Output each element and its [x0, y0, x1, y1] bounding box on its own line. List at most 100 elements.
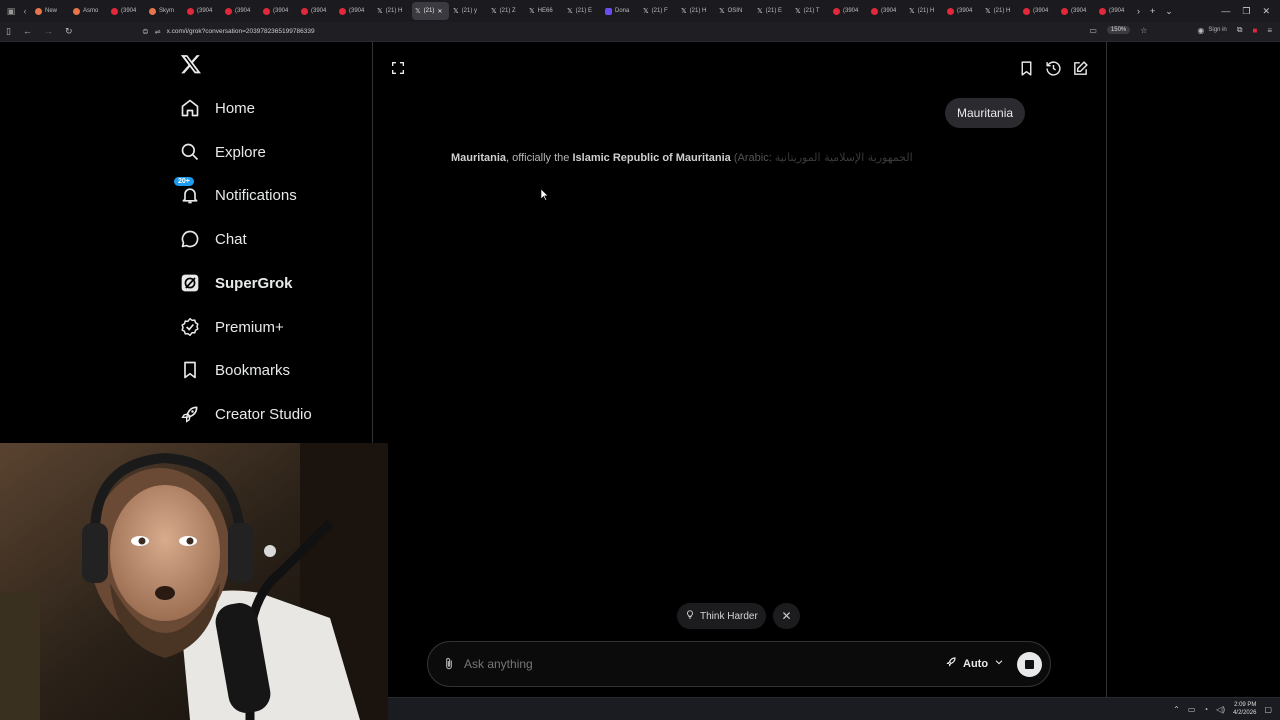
browser-tab[interactable]: Dona — [602, 2, 639, 20]
system-tray: ⌃ ▭ ◔ ◁) 2:09 PM 4/2/2026 ▢ — [1173, 701, 1272, 717]
webcam-overlay — [0, 443, 388, 720]
mode-selector[interactable]: Auto — [945, 656, 1004, 671]
notifications-tray-icon[interactable]: ▢ — [1264, 705, 1272, 714]
browser-tab[interactable]: (3904 — [298, 2, 335, 20]
sidebar-item-creator-studio[interactable]: Creator Studio — [180, 400, 312, 428]
menu-icon[interactable]: ≡ — [1267, 26, 1272, 35]
clock[interactable]: 2:09 PM 4/2/2026 — [1233, 701, 1256, 717]
tab-scroll-right-icon[interactable]: › — [1137, 6, 1140, 17]
sign-in-link[interactable]: Sign in — [1208, 27, 1226, 33]
new-tab-icon[interactable]: + — [1150, 6, 1155, 17]
tray-expand-icon[interactable]: ⌃ — [1173, 705, 1180, 714]
bookmark-icon[interactable] — [1018, 60, 1035, 77]
star-icon[interactable]: ☆ — [1140, 26, 1147, 35]
browser-tab-label: (3904 — [197, 8, 213, 14]
browser-tab[interactable]: (3904 — [184, 2, 221, 20]
tab-scroll-left-icon[interactable]: ‹ — [18, 6, 32, 16]
x-logo-icon[interactable] — [180, 53, 202, 75]
attach-icon[interactable] — [442, 656, 456, 672]
browser-tab[interactable]: (3904 — [336, 2, 373, 20]
back-icon[interactable]: ← — [23, 26, 32, 37]
browser-tab[interactable]: 𝕏 (21) H — [678, 2, 715, 20]
reload-icon[interactable]: ↻ — [65, 26, 73, 37]
browser-tab-label: (3904 — [235, 8, 251, 14]
x-favicon-icon: 𝕏 — [567, 7, 573, 15]
browser-tab[interactable]: 𝕏 (21) T — [792, 2, 829, 20]
sidebar-item-explore[interactable]: Explore — [180, 138, 266, 166]
close-window-icon[interactable]: ✕ — [1262, 6, 1270, 17]
minimize-icon[interactable]: — — [1221, 6, 1230, 16]
favicon-icon — [1023, 7, 1030, 15]
browser-tab[interactable]: (3904 — [868, 2, 905, 20]
reader-icon[interactable]: ▭ — [1089, 26, 1097, 35]
stop-generating-button[interactable] — [1017, 652, 1042, 677]
chevron-down-icon[interactable]: ⌄ — [1165, 6, 1173, 17]
wifi-icon[interactable]: ◔ — [1203, 705, 1208, 714]
browser-tab[interactable]: 𝕏 OSIN — [716, 2, 753, 20]
sidebar-item-home[interactable]: Home — [180, 94, 255, 122]
browser-tab[interactable]: 𝕏 (21) y — [450, 2, 487, 20]
volume-icon[interactable]: ◁) — [1216, 705, 1225, 714]
network-icon[interactable]: ▭ — [1188, 705, 1196, 714]
expand-icon[interactable] — [390, 60, 406, 76]
browser-tab[interactable]: (3904 — [830, 2, 867, 20]
search-icon — [180, 142, 200, 162]
browser-tab[interactable]: (3904 — [1058, 2, 1095, 20]
sidebar-toggle-icon[interactable]: ▯ — [6, 26, 11, 37]
browser-tab[interactable]: (3904 — [1020, 2, 1057, 20]
browser-tab[interactable]: Asmo — [70, 2, 107, 20]
sidebar-item-premium[interactable]: Premium+ — [180, 313, 284, 341]
close-tab-icon[interactable]: ✕ — [437, 8, 442, 15]
browser-tab[interactable]: 𝕏 (21) H — [374, 2, 411, 20]
browser-tab[interactable]: (3904 — [260, 2, 297, 20]
favicon-icon — [111, 7, 118, 15]
browser-tab[interactable]: Skym — [146, 2, 183, 20]
sidebar-item-supergrok[interactable]: SuperGrok — [180, 269, 293, 297]
url-tune-icon[interactable]: ⇌ — [155, 28, 161, 36]
browser-tab-label: Skym — [159, 8, 174, 14]
browser-tab-label: (21) — [423, 8, 435, 14]
sidebar-item-label: SuperGrok — [215, 274, 293, 292]
extension-red-icon[interactable]: ■ — [1252, 26, 1257, 35]
restore-icon[interactable]: ❐ — [1242, 6, 1250, 17]
sidebar-item-label: Notifications — [215, 186, 297, 204]
sidebar-item-label: Chat — [215, 230, 247, 248]
extensions-icon[interactable]: ⧉ — [1237, 25, 1243, 35]
forward-icon[interactable]: → — [44, 26, 53, 37]
url-field[interactable]: x.com/i/grok?conversation=20397823651997… — [167, 28, 315, 35]
browser-tab[interactable]: 𝕏 (21) F — [640, 2, 677, 20]
browser-tab[interactable]: 𝕏 (21) H — [982, 2, 1019, 20]
browser-tab[interactable]: 𝕏 (21) E — [564, 2, 601, 20]
browser-tab[interactable]: New — [32, 2, 69, 20]
browser-tab-label: (21) E — [765, 8, 782, 14]
sidebar-item-chat[interactable]: Chat — [180, 225, 247, 253]
answer-text: , officially the — [506, 152, 573, 164]
browser-tab[interactable]: 𝕏 (21) ✕ — [412, 2, 449, 20]
zoom-level[interactable]: 150% — [1106, 26, 1131, 34]
browser-tab[interactable]: 𝕏 (21) E — [754, 2, 791, 20]
history-icon[interactable] — [1045, 60, 1062, 77]
browser-tab[interactable]: (3904 — [108, 2, 145, 20]
composer: Auto — [427, 641, 1051, 687]
favicon-icon — [339, 7, 346, 15]
streamer-webcam-image — [0, 443, 388, 720]
lightbulb-icon — [685, 609, 695, 623]
tab-list-icon[interactable]: ▣ — [4, 6, 18, 17]
browser-tab[interactable]: (3904 — [222, 2, 259, 20]
new-chat-icon[interactable] — [1072, 60, 1089, 77]
site-settings-icon[interactable]: ⊜ — [142, 27, 149, 36]
ask-input[interactable] — [464, 654, 924, 674]
browser-tab[interactable]: 𝕏 (21) H — [906, 2, 943, 20]
account-icon[interactable]: ◉ — [1197, 26, 1204, 35]
think-harder-button[interactable]: Think Harder — [677, 603, 766, 629]
notification-badge: 20+ — [174, 177, 194, 186]
sidebar-item-notifications[interactable]: 20+ Notifications — [174, 177, 297, 209]
sidebar-item-bookmarks[interactable]: Bookmarks — [180, 356, 290, 384]
browser-tab[interactable]: (3904 — [1096, 2, 1133, 20]
dismiss-suggestion-button[interactable]: ✕ — [773, 603, 800, 629]
x-favicon-icon: 𝕏 — [643, 7, 649, 15]
browser-tab[interactable]: (3904 — [944, 2, 981, 20]
browser-tab[interactable]: 𝕏 (21) Z — [488, 2, 525, 20]
browser-tab[interactable]: 𝕏 HE66 — [526, 2, 563, 20]
think-harder-label: Think Harder — [700, 610, 758, 622]
